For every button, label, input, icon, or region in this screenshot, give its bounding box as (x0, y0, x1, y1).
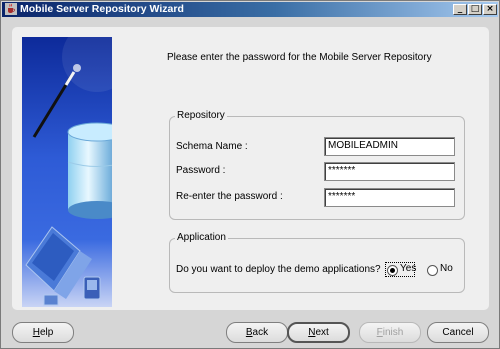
title-bar[interactable]: Mobile Server Repository Wizard _ □ × (2, 2, 498, 17)
radio-selected-dot (390, 268, 395, 273)
finish-button[interactable]: Finish (359, 322, 421, 343)
window-title: Mobile Server Repository Wizard (20, 3, 184, 15)
yes-radio-label: Yes (400, 263, 417, 274)
instruction-text: Please enter the password for the Mobile… (167, 52, 432, 63)
wizard-window: Mobile Server Repository Wizard _ □ × Pl… (0, 0, 500, 349)
next-button[interactable]: Next (287, 322, 350, 343)
schema-name-field[interactable]: MOBILEADMIN (324, 137, 455, 156)
application-legend: Application (175, 232, 228, 243)
database-illustration-icon (22, 37, 112, 307)
wizard-side-illustration (22, 37, 112, 307)
minimize-button[interactable]: _ (453, 4, 467, 15)
radio-circle-yes (387, 265, 398, 276)
no-radio[interactable]: No (427, 263, 455, 277)
no-radio-label: No (440, 263, 453, 274)
next-label-rest: ext (315, 327, 329, 338)
back-label-rest: ack (252, 327, 269, 338)
java-coffee-cup-icon (5, 3, 17, 15)
repository-legend: Repository (175, 110, 227, 121)
radio-circle-no (427, 265, 438, 276)
password-label: Password : (176, 165, 226, 176)
help-label-rest: elp (39, 327, 54, 338)
back-button[interactable]: Back (226, 322, 288, 343)
password-field[interactable]: ******* (324, 162, 455, 181)
maximize-button[interactable]: □ (468, 4, 482, 15)
help-mnemonic: H (32, 327, 40, 338)
yes-radio[interactable]: Yes (387, 263, 417, 277)
cancel-button[interactable]: Cancel (427, 322, 489, 343)
help-button[interactable]: Help (12, 322, 74, 343)
schema-name-label: Schema Name : (176, 141, 248, 152)
reenter-password-label: Re-enter the password : (176, 191, 283, 202)
deploy-demo-question: Do you want to deploy the demo applicati… (176, 264, 381, 275)
back-mnemonic: B (245, 327, 253, 338)
reenter-password-field[interactable]: ******* (324, 188, 455, 207)
finish-label-rest: inish (382, 327, 404, 338)
close-button[interactable]: × (483, 4, 497, 15)
